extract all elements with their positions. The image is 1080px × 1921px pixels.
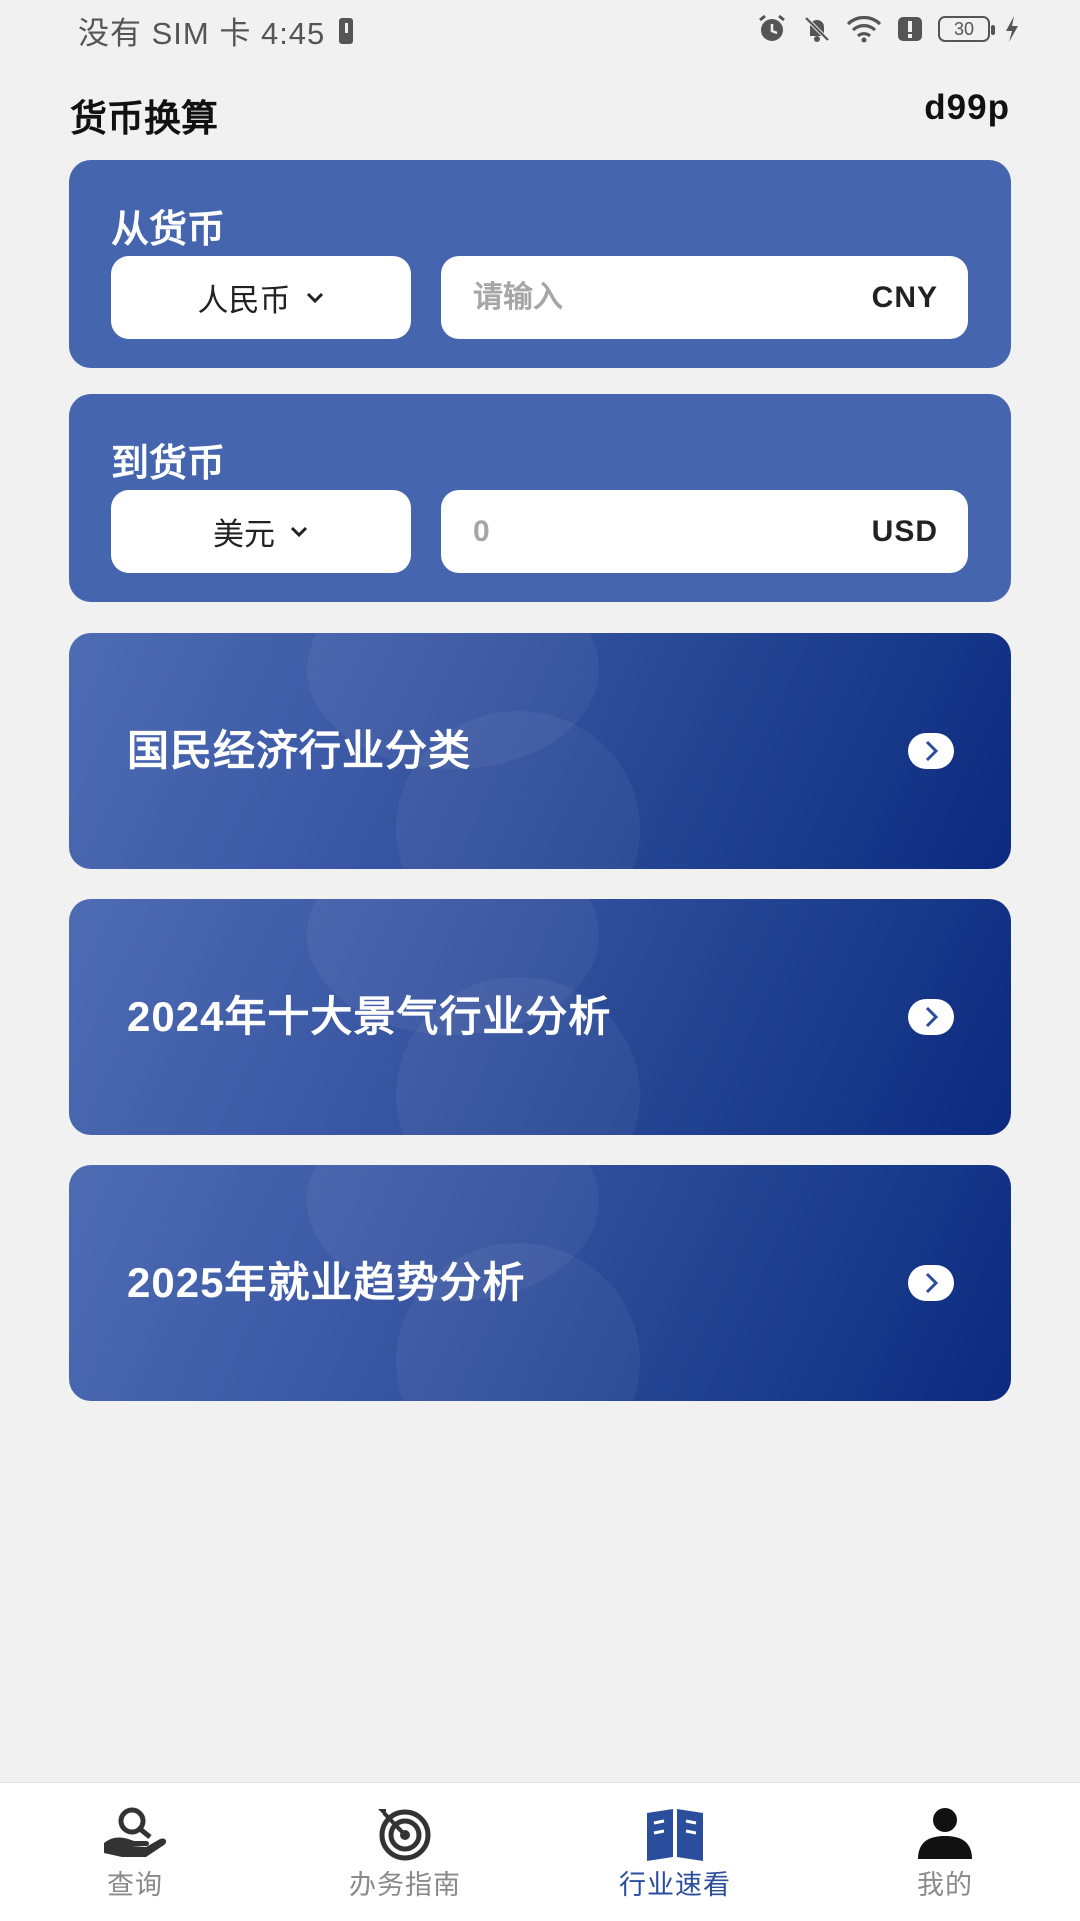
feature-card-top-industries-2024[interactable]: 2024年十大景气行业分析: [69, 899, 1011, 1135]
from-amount-placeholder: 请输入: [473, 281, 563, 314]
battery-icon: 30: [938, 16, 995, 42]
sim-alert-icon: [339, 17, 354, 44]
charging-icon: [1006, 16, 1018, 42]
nav-label: 我的: [917, 1870, 973, 1900]
book-icon: [647, 1809, 703, 1861]
nav-item-guide[interactable]: 办务指南: [270, 1783, 540, 1921]
to-currency-label: 到货币: [111, 443, 226, 485]
status-bar: 没有 SIM 卡 4:45 30: [0, 0, 1080, 60]
to-amount-value: 0: [473, 515, 490, 548]
bottom-nav: 查询 办务指南 行业速看 我的: [0, 1782, 1080, 1921]
to-currency-card: 到货币 美元 0 USD: [69, 394, 1011, 602]
chevron-right-icon[interactable]: [908, 733, 954, 769]
header-right-text: d99p: [924, 88, 1010, 127]
feature-title: 国民经济行业分类: [127, 727, 472, 774]
status-text: 没有 SIM 卡 4:45: [78, 16, 326, 51]
person-icon: [918, 1808, 972, 1859]
chevron-down-icon: [306, 292, 323, 303]
wifi-icon: [846, 16, 882, 43]
chevron-right-icon[interactable]: [908, 999, 954, 1035]
feature-title: 2024年十大景气行业分析: [127, 993, 612, 1040]
nav-item-query[interactable]: 查询: [0, 1783, 270, 1921]
nav-item-industry[interactable]: 行业速看: [540, 1783, 810, 1921]
feature-card-employment-trends-2025[interactable]: 2025年就业趋势分析: [69, 1165, 1011, 1401]
mute-bell-icon: [804, 16, 830, 42]
to-currency-code: USD: [871, 515, 938, 548]
target-icon: [378, 1809, 431, 1861]
from-amount-input[interactable]: 请输入 CNY: [441, 256, 968, 339]
from-currency-label: 从货币: [111, 209, 226, 251]
nav-label: 查询: [107, 1870, 163, 1900]
nav-label: 行业速看: [619, 1870, 731, 1900]
page-title: 货币换算: [70, 98, 218, 139]
chevron-right-icon[interactable]: [908, 1265, 954, 1301]
nav-item-profile[interactable]: 我的: [810, 1783, 1080, 1921]
battery-level: 30: [953, 19, 975, 39]
feature-card-industry-classification[interactable]: 国民经济行业分类: [69, 633, 1011, 869]
from-currency-select[interactable]: 人民币: [111, 256, 411, 339]
alarm-icon: [759, 14, 785, 41]
from-currency-code: CNY: [871, 281, 938, 314]
status-bar-left: 没有 SIM 卡 4:45: [78, 8, 354, 53]
feature-title: 2025年就业趋势分析: [127, 1259, 526, 1306]
nav-label: 办务指南: [349, 1870, 461, 1900]
alert-icon: [898, 17, 922, 41]
page-header: 货币换算 d99p: [70, 80, 1010, 140]
chevron-down-icon: [290, 526, 308, 537]
to-currency-select[interactable]: 美元: [111, 490, 411, 573]
to-amount-output[interactable]: 0 USD: [441, 490, 968, 573]
from-currency-card: 从货币 人民币 请输入 CNY: [69, 160, 1011, 368]
search-hand-icon: [104, 1807, 167, 1857]
status-bar-right: 30: [756, 14, 1020, 44]
from-currency-name: 人民币: [197, 283, 291, 318]
to-currency-name: 美元: [213, 517, 275, 552]
